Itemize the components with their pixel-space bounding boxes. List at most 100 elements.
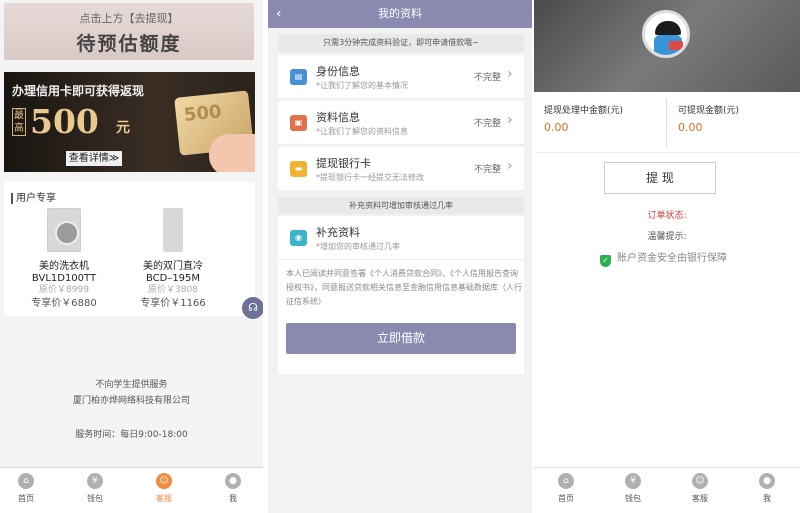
divider xyxy=(666,98,667,148)
list-item-bank-card[interactable]: ▬ 提现银行卡 *提现银行卡一经提交无法修改 不完整 › xyxy=(278,147,524,191)
exclusive-panel: 用户专享 美的洗衣机 BVL1D100TT 原价￥8999 专享价￥6880 美… xyxy=(4,182,255,316)
tab-label: 客服 xyxy=(156,494,172,503)
item-title: 提现银行卡 xyxy=(316,157,371,170)
header-background xyxy=(534,0,800,92)
banner-subtitle: 点击上方【去提现】 xyxy=(79,12,179,25)
safety-text: 账户资金安全由银行保障 xyxy=(617,253,727,264)
nav-bar: ‹ 我的资料 xyxy=(268,0,532,28)
divider xyxy=(534,152,800,153)
tab-label: 钱包 xyxy=(625,494,641,503)
product-original-price: 原价￥8999 xyxy=(39,285,89,295)
gift-card-value: 500 xyxy=(182,101,223,127)
tab-service[interactable]: ☺ 客服 xyxy=(680,473,720,504)
item-desc: *让我们了解您的资料信息 xyxy=(316,127,408,136)
section-separator: 补充资料可增加审核通过几率 xyxy=(278,197,524,214)
tab-me[interactable]: ● 我 xyxy=(213,473,253,504)
back-arrow-icon[interactable]: ‹ xyxy=(276,0,282,28)
tab-label: 首页 xyxy=(18,494,34,503)
agreement-text[interactable]: 本人已阅读并同意签署《个人消费贷款合同》、《个人信用报告查询授权书》，同意报送贷… xyxy=(286,267,522,309)
promo-badge: 最高 xyxy=(12,108,26,136)
available-label: 可提现金额(元) xyxy=(678,106,740,116)
screens: 点击上方【去提现】 待预估额度 办理信用卡即可获得返现 最高 500 元 查看详… xyxy=(0,0,800,513)
home-screen: 点击上方【去提现】 待预估额度 办理信用卡即可获得返现 最高 500 元 查看详… xyxy=(0,0,263,513)
product-model: BVL1D100TT xyxy=(31,273,97,284)
tab-bar: ⌂ 首页 ¥ 钱包 ☺ 客服 ● 我 xyxy=(534,467,800,513)
estimate-banner[interactable]: 点击上方【去提现】 待预估额度 xyxy=(4,3,254,60)
avatar-card xyxy=(669,41,683,50)
banner-title: 待预估额度 xyxy=(76,33,182,55)
item-status: 不完整 xyxy=(474,119,502,129)
user-icon: ● xyxy=(225,473,241,489)
processing-label: 提现处理中金额(元) xyxy=(544,106,624,116)
chevron-right-icon: › xyxy=(507,66,513,82)
product-card[interactable]: 美的双门直冷 BCD–195M 原价￥3808 专享价￥1166 xyxy=(125,208,221,311)
item-desc: *让我们了解您的基本情况 xyxy=(316,81,408,90)
tab-wallet[interactable]: ¥ 钱包 xyxy=(75,473,115,504)
bank-card-icon: ▬ xyxy=(290,161,307,177)
avatar[interactable] xyxy=(642,10,690,58)
safety-notice: ✓ 账户资金安全由银行保障 xyxy=(600,249,727,267)
tab-wallet[interactable]: ¥ 钱包 xyxy=(613,473,653,504)
user-icon: ● xyxy=(759,473,775,489)
page-title: 我的资料 xyxy=(378,7,422,20)
wallet-icon: ¥ xyxy=(625,473,641,489)
product-price: 专享价￥1166 xyxy=(140,298,206,309)
tab-bar: ⌂ 首页 ¥ 钱包 ☺ 客服 ● 我 xyxy=(0,467,263,513)
order-status: 订单状态: xyxy=(647,211,687,221)
withdraw-button[interactable]: 提 现 xyxy=(604,162,716,194)
tab-home[interactable]: ⌂ 首页 xyxy=(6,473,46,504)
tab-label: 客服 xyxy=(692,494,708,503)
item-title: 资料信息 xyxy=(316,111,360,124)
promo-amount: 500 xyxy=(30,102,99,141)
no-students-notice: 不向学生提供服务 xyxy=(95,380,168,390)
tab-label: 首页 xyxy=(558,494,574,503)
camera-icon: ◉ xyxy=(290,230,307,246)
product-card[interactable]: 美的洗衣机 BVL1D100TT 原价￥8999 专享价￥6880 xyxy=(16,208,112,311)
tab-me[interactable]: ● 我 xyxy=(747,473,787,504)
hand-image xyxy=(209,134,255,172)
processing-value: 0.00 xyxy=(544,121,569,134)
id-card-icon: ▤ xyxy=(290,69,307,85)
item-status: 不完整 xyxy=(474,73,502,83)
promo-unit: 元 xyxy=(116,120,130,136)
profile-card-icon: ▣ xyxy=(290,115,307,131)
list-item-info[interactable]: ▣ 资料信息 *让我们了解您的资料信息 不完整 › xyxy=(278,101,524,145)
exclusive-title: 用户专享 xyxy=(11,193,56,204)
refrigerator-image xyxy=(163,208,183,252)
available-value: 0.00 xyxy=(678,121,703,134)
item-title: 补充资料 xyxy=(316,226,360,239)
chevron-right-icon: › xyxy=(507,158,513,174)
home-icon: ⌂ xyxy=(558,473,574,489)
headset-icon[interactable]: ☊ xyxy=(242,297,263,319)
promo-details-button[interactable]: 查看详情≫ xyxy=(66,151,122,166)
product-name: 美的双门直冷 xyxy=(143,261,203,272)
service-icon: ☺ xyxy=(156,473,172,489)
tab-home[interactable]: ⌂ 首页 xyxy=(546,473,586,504)
tab-label: 钱包 xyxy=(87,494,103,503)
list-item-extra[interactable]: ◉ 补充资料 *增加您的审核通过几率 xyxy=(278,216,524,260)
credit-card-promo-banner[interactable]: 办理信用卡即可获得返现 最高 500 元 查看详情≫ 500 xyxy=(4,72,255,172)
shield-icon: ✓ xyxy=(600,255,611,267)
product-price: 专享价￥6880 xyxy=(31,298,97,309)
item-desc: *增加您的审核通过几率 xyxy=(316,242,400,251)
avatar-hair xyxy=(655,21,681,35)
product-model: BCD–195M xyxy=(145,273,201,284)
product-original-price: 原价￥3808 xyxy=(148,285,198,295)
processing-amount: 提现处理中金额(元) 0.00 xyxy=(534,103,662,145)
borrow-now-button[interactable]: 立即借款 xyxy=(286,323,516,354)
service-icon: ☺ xyxy=(692,473,708,489)
washing-machine-image xyxy=(47,208,81,252)
service-hours: 服务时间：每日9:00-18:00 xyxy=(75,430,188,440)
tab-service[interactable]: ☺ 客服 xyxy=(144,473,184,504)
item-desc: *提现银行卡一经提交无法修改 xyxy=(316,173,424,182)
company-name: 厦门柏亦烨网络科技有限公司 xyxy=(72,396,190,406)
tab-label: 我 xyxy=(763,494,771,503)
promo-headline: 办理信用卡即可获得返现 xyxy=(12,84,145,98)
wallet-icon: ¥ xyxy=(87,473,103,489)
profile-screen: ‹ 我的资料 只需3分钟完成资料验证，即可申请借款哦~ ▤ 身份信息 *让我们了… xyxy=(268,0,532,513)
wallet-screen: 提现处理中金额(元) 0.00 可提现金额(元) 0.00 提 现 订单状态: … xyxy=(534,0,800,513)
list-item-identity[interactable]: ▤ 身份信息 *让我们了解您的基本情况 不完整 › xyxy=(278,55,524,99)
item-title: 身份信息 xyxy=(316,65,360,78)
home-icon: ⌂ xyxy=(18,473,34,489)
verify-tip: 只需3分钟完成资料验证，即可申请借款哦~ xyxy=(278,34,524,52)
